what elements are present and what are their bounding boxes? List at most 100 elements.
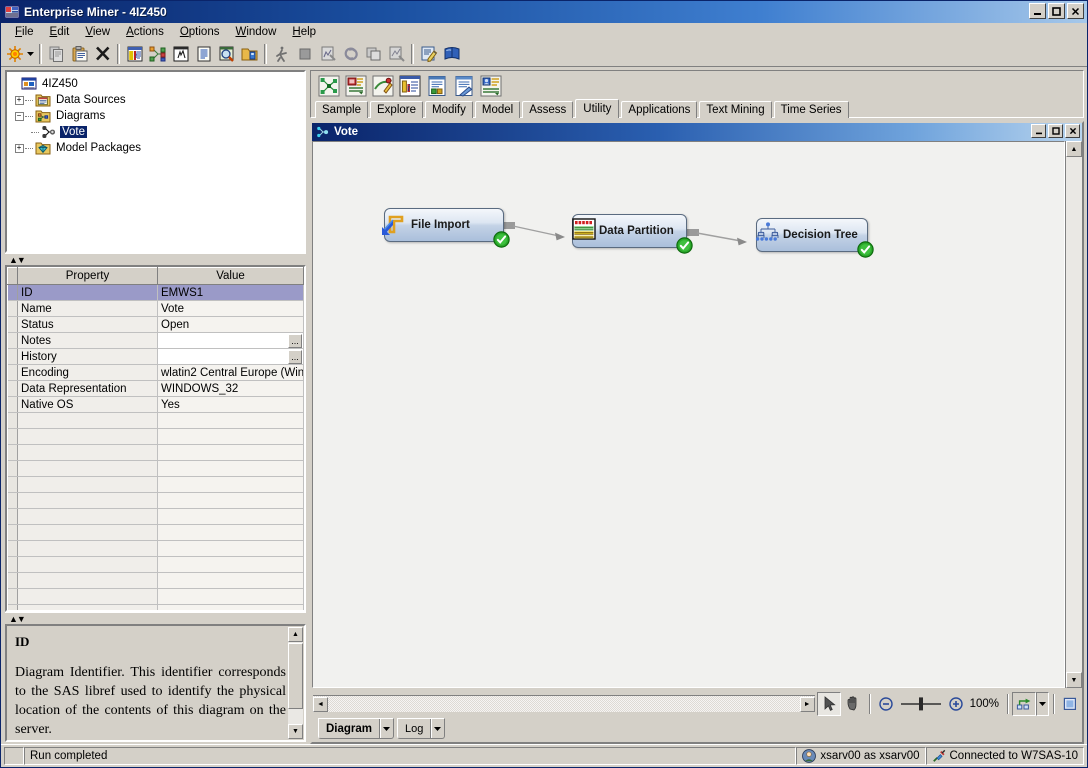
create-data-source-icon[interactable]: i xyxy=(123,43,146,65)
tab-sample[interactable]: Sample xyxy=(315,101,368,118)
splitter-down-icon[interactable]: ▼ xyxy=(17,255,26,264)
new-project-icon[interactable] xyxy=(3,43,26,65)
zoom-slider[interactable] xyxy=(898,695,944,713)
new-project-dropdown-icon[interactable] xyxy=(26,43,36,65)
canvas-vertical-scrollbar[interactable]: ▲ ▼ xyxy=(1065,141,1082,688)
value-cell[interactable]: ... xyxy=(157,332,304,349)
node-decision-tree[interactable]: Decision Tree xyxy=(755,218,874,258)
canvas-horizontal-scrollbar[interactable]: ◄ ► xyxy=(313,695,815,712)
fit-dropdown-icon[interactable] xyxy=(1036,691,1049,716)
save-data-node-icon[interactable] xyxy=(452,74,476,98)
menu-window[interactable]: Window xyxy=(227,25,284,39)
diagram-minimize-button[interactable] xyxy=(1031,124,1046,138)
maximize-button[interactable] xyxy=(1048,3,1065,19)
value-cell[interactable]: wlatin2 Central Europe (Win xyxy=(157,364,304,381)
value-cell[interactable]: ... xyxy=(157,348,304,365)
end-groups-node-icon[interactable] xyxy=(344,74,368,98)
canvas-scroll-left-icon[interactable]: ◄ xyxy=(313,696,328,712)
table-row[interactable]: Native OS Yes xyxy=(7,396,304,413)
value-cell[interactable]: EMWS1 xyxy=(157,284,304,301)
value-cell[interactable]: Open xyxy=(157,316,304,333)
tab-assess[interactable]: Assess xyxy=(522,101,574,118)
create-diagram-icon[interactable] xyxy=(146,43,169,65)
menu-actions[interactable]: Actions xyxy=(118,25,172,39)
tab-text-mining[interactable]: Text Mining xyxy=(699,101,772,118)
minimize-button[interactable] xyxy=(1029,3,1046,19)
stop-icon[interactable] xyxy=(293,43,316,65)
zoom-out-icon[interactable] xyxy=(874,692,898,716)
sidebar-item-diagrams[interactable]: − Diagrams xyxy=(9,108,302,124)
value-cell[interactable]: WINDOWS_32 xyxy=(157,380,304,397)
canvas-scroll-down-icon[interactable]: ▼ xyxy=(1066,672,1082,688)
paste-icon[interactable] xyxy=(68,43,91,65)
diagram-restore-button[interactable] xyxy=(1048,124,1063,138)
sas-code-node-icon[interactable] xyxy=(425,74,449,98)
value-cell[interactable]: Yes xyxy=(157,396,304,413)
table-row[interactable]: ID EMWS1 xyxy=(7,284,304,301)
scroll-up-icon[interactable]: ▲ xyxy=(288,627,303,642)
properties-help-splitter[interactable]: ▲ ▼ xyxy=(5,612,306,624)
menu-options[interactable]: Options xyxy=(172,25,228,39)
table-row[interactable]: History... xyxy=(7,348,304,365)
full-screen-icon[interactable] xyxy=(1058,692,1082,716)
results-icon[interactable] xyxy=(316,43,339,65)
splitter-up-icon[interactable]: ▲ xyxy=(9,255,18,264)
score-code-export-node-icon[interactable] xyxy=(479,74,503,98)
doc-tab-dropdown-icon[interactable] xyxy=(379,719,393,738)
tab-model[interactable]: Model xyxy=(474,101,521,118)
close-button[interactable] xyxy=(1067,3,1084,19)
menu-view[interactable]: View xyxy=(77,25,118,39)
table-row[interactable]: Data Representation WINDOWS_32 xyxy=(7,380,304,397)
value-column-header[interactable]: Value xyxy=(157,267,304,285)
tab-time-series[interactable]: Time Series xyxy=(773,101,849,118)
tree-root[interactable]: 4IZ450 xyxy=(9,76,302,92)
menu-help[interactable]: Help xyxy=(284,25,324,39)
select-arrow-tool[interactable] xyxy=(816,691,841,716)
ellipsis-button[interactable]: ... xyxy=(288,349,302,364)
tab-explore[interactable]: Explore xyxy=(370,101,423,118)
expander-plus-icon[interactable]: + xyxy=(14,143,24,153)
scroll-down-icon[interactable]: ▼ xyxy=(288,724,303,739)
diagram-canvas[interactable]: File Import Data Partition Decision Tree xyxy=(312,141,1065,688)
control-point-node-icon[interactable] xyxy=(317,74,341,98)
splitter-up-icon[interactable]: ▲ xyxy=(9,614,18,623)
project-notes-icon[interactable] xyxy=(192,43,215,65)
doc-tab-dropdown-icon[interactable] xyxy=(430,719,444,738)
diagram-close-button[interactable] xyxy=(1065,124,1080,138)
help-scrollbar[interactable]: ▲ ▼ xyxy=(288,627,303,739)
table-row[interactable]: Name Vote xyxy=(7,300,304,317)
reporter-node-icon[interactable]: i xyxy=(398,74,422,98)
splitter-down-icon[interactable]: ▼ xyxy=(17,614,26,623)
open-folder-icon[interactable] xyxy=(238,43,261,65)
copy-icon[interactable] xyxy=(45,43,68,65)
node-data-partition[interactable]: Data Partition xyxy=(572,214,693,254)
menu-file[interactable]: FFileile xyxy=(7,25,42,39)
value-cell[interactable]: Vote xyxy=(157,300,304,317)
sidebar-item-model-packages[interactable]: + Model Packages xyxy=(9,140,302,156)
pan-hand-tool[interactable] xyxy=(841,692,865,716)
table-row[interactable]: Encoding wlatin2 Central Europe (Win xyxy=(7,364,304,381)
canvas-scroll-up-icon[interactable]: ▲ xyxy=(1066,141,1082,157)
metadata-node-icon[interactable] xyxy=(371,74,395,98)
delete-icon[interactable] xyxy=(91,43,114,65)
node-file-import[interactable]: File Import xyxy=(382,208,510,248)
expander-plus-icon[interactable]: + xyxy=(14,95,24,105)
run-icon[interactable] xyxy=(270,43,293,65)
table-row[interactable]: Status Open xyxy=(7,316,304,333)
tab-applications[interactable]: Applications xyxy=(621,101,698,118)
tab-utility[interactable]: Utility xyxy=(575,99,620,118)
refresh-icon[interactable] xyxy=(339,43,362,65)
ellipsis-button[interactable]: ... xyxy=(288,333,302,348)
edit-code-icon[interactable] xyxy=(417,43,440,65)
preview-icon[interactable] xyxy=(215,43,238,65)
tree-properties-splitter[interactable]: ▲ ▼ xyxy=(5,253,306,265)
start-groups-icon[interactable] xyxy=(169,43,192,65)
help-book-icon[interactable] xyxy=(440,43,463,65)
sidebar-item-data-sources[interactable]: + Data Sources xyxy=(9,92,302,108)
fit-to-page-icon[interactable] xyxy=(1012,691,1036,716)
table-row[interactable]: Notes... xyxy=(7,332,304,349)
doc-tab-log[interactable]: Log xyxy=(397,718,446,739)
zoom-in-icon[interactable] xyxy=(944,692,968,716)
doc-tab-diagram[interactable]: Diagram xyxy=(318,718,395,739)
tab-modify[interactable]: Modify xyxy=(425,101,473,118)
